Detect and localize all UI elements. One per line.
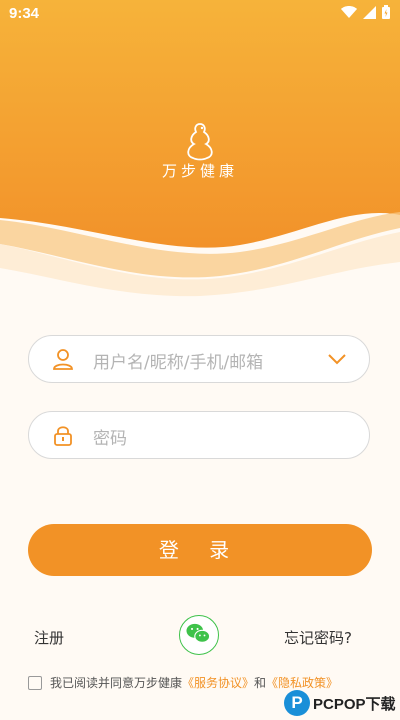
battery-icon bbox=[382, 5, 390, 19]
password-placeholder: 密码 bbox=[93, 429, 127, 449]
register-link[interactable]: 注册 bbox=[34, 627, 64, 648]
agreement-text: 我已阅读并同意万步健康 bbox=[50, 676, 183, 690]
chevron-down-icon[interactable] bbox=[327, 352, 347, 366]
username-field[interactable]: 用户名/昵称/手机/邮箱 bbox=[28, 335, 370, 383]
wechat-icon bbox=[186, 623, 211, 643]
watermark: P PCPOP下载 bbox=[284, 686, 400, 720]
status-bar: 9:34 bbox=[0, 0, 400, 28]
agreement-checkbox[interactable] bbox=[28, 675, 42, 690]
username-placeholder: 用户名/昵称/手机/邮箱 bbox=[93, 353, 264, 373]
agreement-and: 和 bbox=[254, 676, 267, 690]
watermark-text: PCPOP下载 bbox=[313, 695, 396, 713]
password-field[interactable]: 密码 bbox=[28, 411, 370, 459]
lock-icon bbox=[54, 426, 72, 446]
signal-icon bbox=[363, 5, 376, 19]
forgot-password-link[interactable]: 忘记密码? bbox=[284, 627, 352, 648]
wifi-icon bbox=[341, 5, 357, 18]
wechat-login-button[interactable] bbox=[179, 615, 219, 655]
status-time: 9:34 bbox=[9, 5, 40, 22]
terms-link[interactable]: 《服务协议》 bbox=[182, 674, 254, 691]
user-icon bbox=[53, 349, 73, 370]
app-name: 万步健康 bbox=[161, 162, 238, 180]
status-icons bbox=[341, 5, 390, 19]
watermark-mark: P bbox=[284, 690, 310, 716]
login-button[interactable]: 登 录 bbox=[28, 524, 372, 576]
